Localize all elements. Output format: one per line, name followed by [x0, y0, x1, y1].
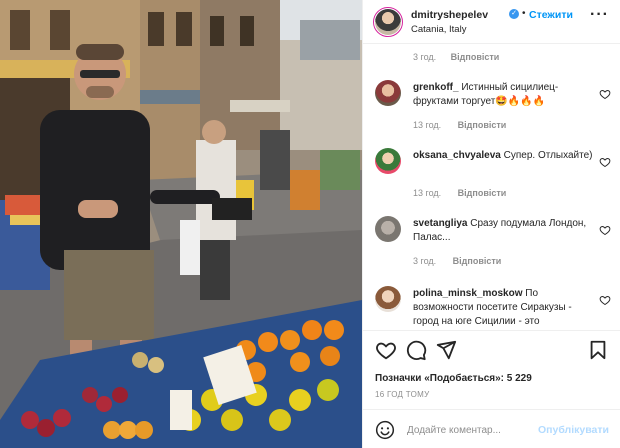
comment-like-heart-icon[interactable] — [599, 156, 611, 168]
comments-list[interactable]: 3 год. Відповісти grenkoff_ Истинный сиц… — [363, 44, 620, 330]
share-icon[interactable] — [435, 339, 457, 361]
caption-reply-button[interactable]: Відповісти — [451, 52, 500, 62]
follow-button[interactable]: Стежити — [529, 9, 573, 21]
likes-number: 5 229 — [506, 373, 532, 384]
comment-reply-button[interactable]: Відповісти — [453, 256, 502, 266]
caption-time: 3 год. — [413, 52, 437, 62]
post-actions: Позначки «Подобається»: 5 229 16 ГОД ТОМ… — [363, 330, 620, 448]
comment-reply-button[interactable]: Відповісти — [458, 120, 507, 130]
comment-like-heart-icon[interactable] — [599, 88, 611, 100]
comment-meta: 13 год. Відповісти — [413, 120, 520, 130]
comment-body: polina_minsk_moskow По возможности посет… — [413, 287, 593, 329]
commenter-avatar[interactable] — [375, 286, 401, 312]
more-horizontal-icon[interactable]: ··· — [590, 7, 609, 23]
comment-username[interactable]: polina_minsk_moskow — [413, 288, 522, 299]
comment-username[interactable]: grenkoff_ — [413, 82, 459, 93]
commenter-avatar[interactable] — [375, 216, 401, 242]
verified-badge-icon: ✓ — [509, 9, 519, 19]
post-photo[interactable] — [0, 0, 362, 448]
comment-time: 13 год. — [413, 120, 442, 130]
likes-count[interactable]: Позначки «Подобається»: 5 229 — [375, 373, 532, 384]
comment-body: oksana_chvyaleva Супер. Отлыхайте) — [413, 149, 593, 163]
comment-icon[interactable] — [405, 339, 427, 361]
likes-label: Позначки «Подобається»: — [375, 373, 504, 384]
bookmark-icon[interactable] — [587, 339, 609, 361]
caption-meta: 3 год. Відповісти — [413, 52, 511, 62]
comment-username[interactable]: svetangliya — [413, 218, 467, 229]
comment-input[interactable] — [407, 420, 557, 440]
post-header: dmitryshepelev ✓ • Стежити Catania, Ital… — [363, 0, 620, 44]
comment-time: 3 год. — [413, 256, 437, 266]
separator-dot: • — [522, 8, 526, 19]
author-avatar[interactable] — [373, 7, 403, 37]
add-comment-bar: Опублікувати — [363, 409, 620, 448]
author-username[interactable]: dmitryshepelev — [411, 9, 488, 21]
comment-meta: 13 год. Відповісти — [413, 188, 520, 198]
post-timestamp[interactable]: 16 ГОД ТОМУ — [375, 390, 430, 399]
comment-body: grenkoff_ Истинный сицилиец-фруктами тор… — [413, 81, 593, 109]
market-street-photo — [0, 0, 362, 448]
post-side-panel: dmitryshepelev ✓ • Стежити Catania, Ital… — [362, 0, 620, 448]
comment-time: 13 год. — [413, 188, 442, 198]
comment-like-heart-icon[interactable] — [599, 294, 611, 306]
emoji-icon[interactable] — [375, 420, 395, 440]
comment-like-heart-icon[interactable] — [599, 224, 611, 236]
heart-icon[interactable] — [375, 339, 397, 361]
comment-reply-button[interactable]: Відповісти — [458, 188, 507, 198]
comment-meta: 3 год. Відповісти — [413, 256, 515, 266]
post-location[interactable]: Catania, Italy — [411, 24, 466, 35]
commenter-avatar[interactable] — [375, 148, 401, 174]
publish-button[interactable]: Опублікувати — [538, 424, 609, 436]
comment-body: svetangliya Сразу подумала Лондон, Палас… — [413, 217, 593, 245]
comment-text: Супер. Отлыхайте) — [503, 150, 593, 161]
commenter-avatar[interactable] — [375, 80, 401, 106]
comment-username[interactable]: oksana_chvyaleva — [413, 150, 501, 161]
